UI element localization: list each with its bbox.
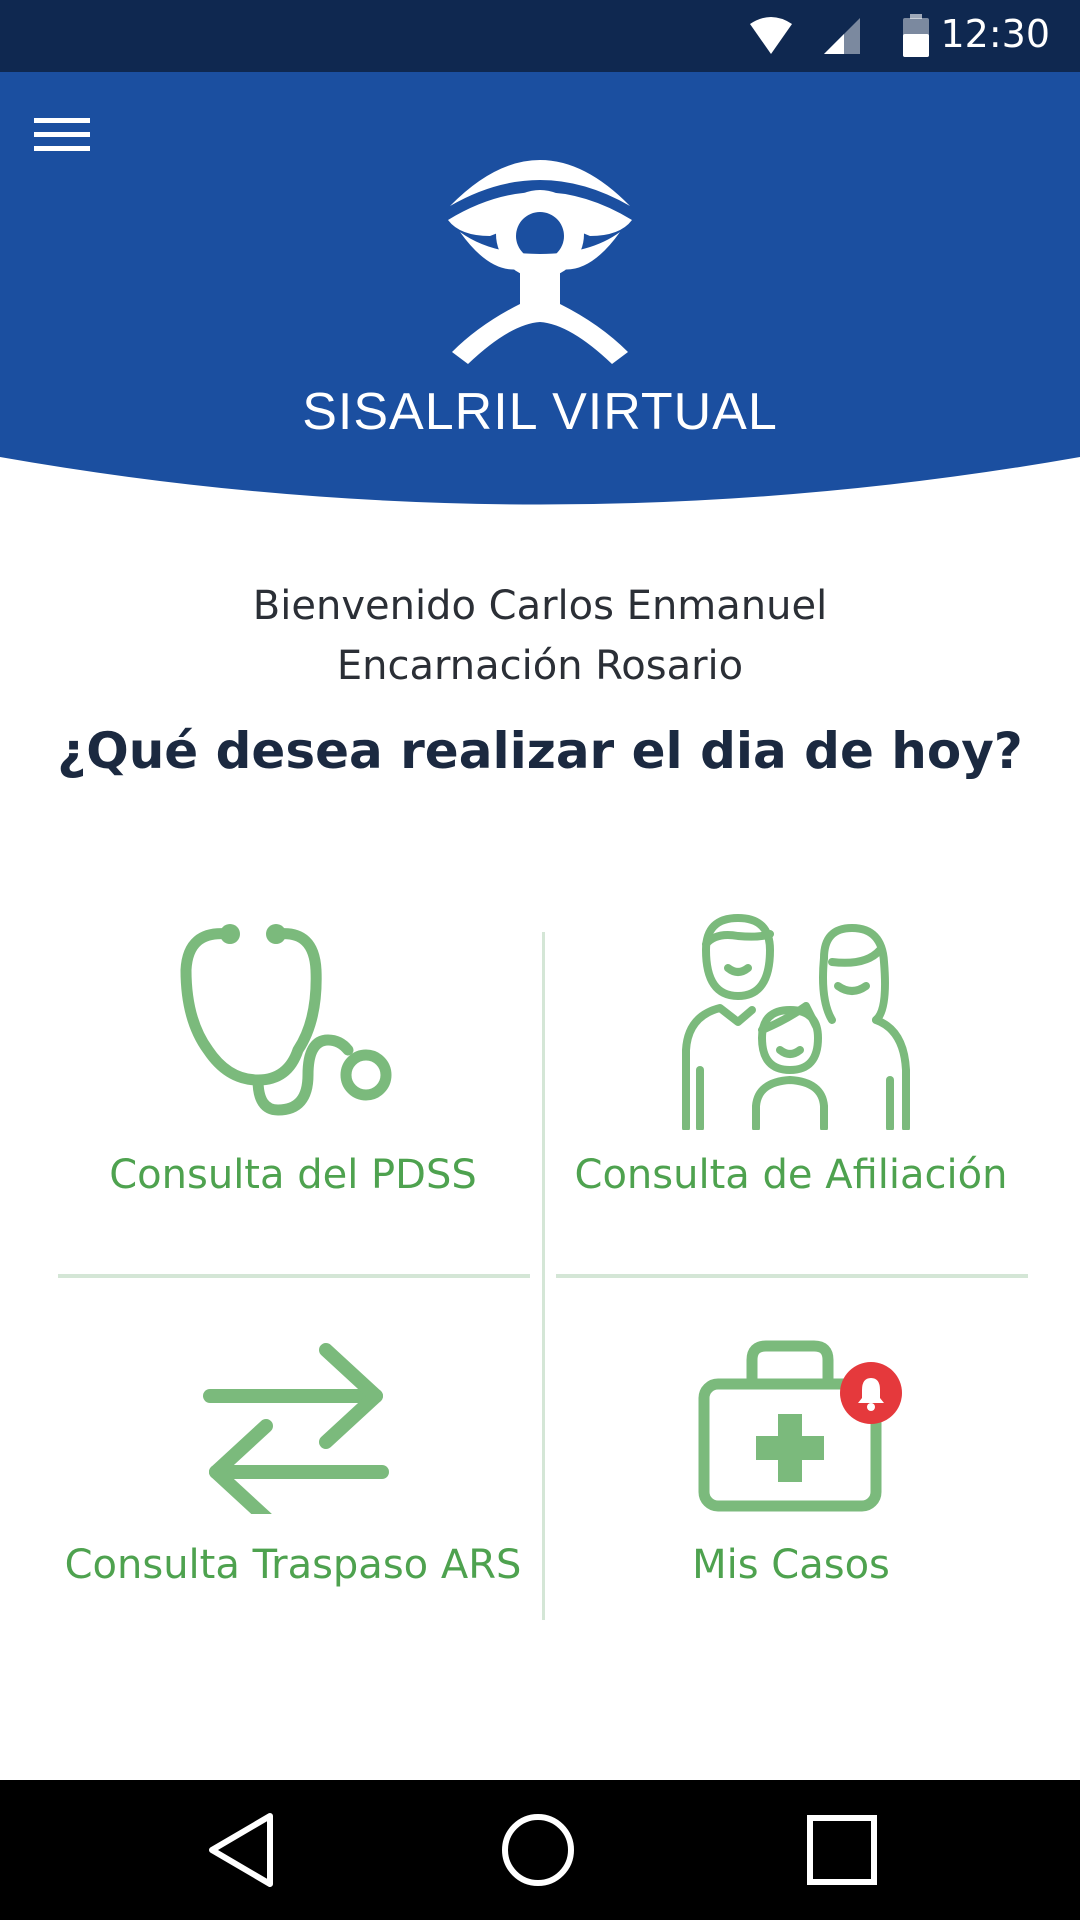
header: SISALRIL VIRTUAL — [0, 72, 1080, 512]
app-title: SISALRIL VIRTUAL — [302, 383, 778, 441]
tile-label: Consulta Traspaso ARS — [64, 1542, 522, 1588]
welcome-line-2: Encarnación Rosario — [336, 643, 744, 689]
grid-divider-horizontal-right — [556, 1274, 1028, 1278]
tile-label: Consulta del PDSS — [109, 1152, 477, 1198]
wifi-icon — [750, 17, 792, 54]
back-icon[interactable] — [192, 1800, 292, 1900]
tile-consulta-afiliacion[interactable]: Consulta de Afiliación — [546, 910, 1036, 1230]
welcome-line-1: Bienvenido Carlos Enmanuel — [252, 583, 828, 629]
stethoscope-icon — [180, 924, 392, 1116]
status-time: 12:30 — [940, 12, 1050, 56]
bell-notification-icon — [840, 1362, 902, 1424]
tile-mis-casos[interactable]: Mis Casos — [546, 1320, 1036, 1640]
grid-divider-vertical — [542, 932, 545, 1620]
sisalril-logo — [448, 160, 632, 364]
grid-divider-horizontal-left — [58, 1274, 530, 1278]
tile-consulta-traspaso-ars[interactable]: Consulta Traspaso ARS — [48, 1320, 538, 1640]
signal-icon — [824, 18, 860, 54]
hamburger-menu-icon[interactable] — [26, 100, 96, 170]
family-icon — [682, 914, 910, 1130]
recents-icon[interactable] — [792, 1800, 892, 1900]
tile-label: Consulta de Afiliación — [574, 1152, 1008, 1198]
welcome-message: Bienvenido Carlos Enmanuel Encarnación R… — [0, 576, 1080, 696]
page-question: ¿Qué desea realizar el dia de hoy? — [57, 722, 1023, 780]
transfer-arrows-icon — [203, 1343, 389, 1514]
status-bar: 12:30 — [0, 0, 1080, 72]
tile-consulta-pdss[interactable]: Consulta del PDSS — [48, 910, 538, 1230]
system-nav-bar — [0, 1780, 1080, 1920]
battery-icon — [903, 14, 929, 57]
home-icon[interactable] — [488, 1800, 588, 1900]
tile-label: Mis Casos — [692, 1542, 890, 1588]
